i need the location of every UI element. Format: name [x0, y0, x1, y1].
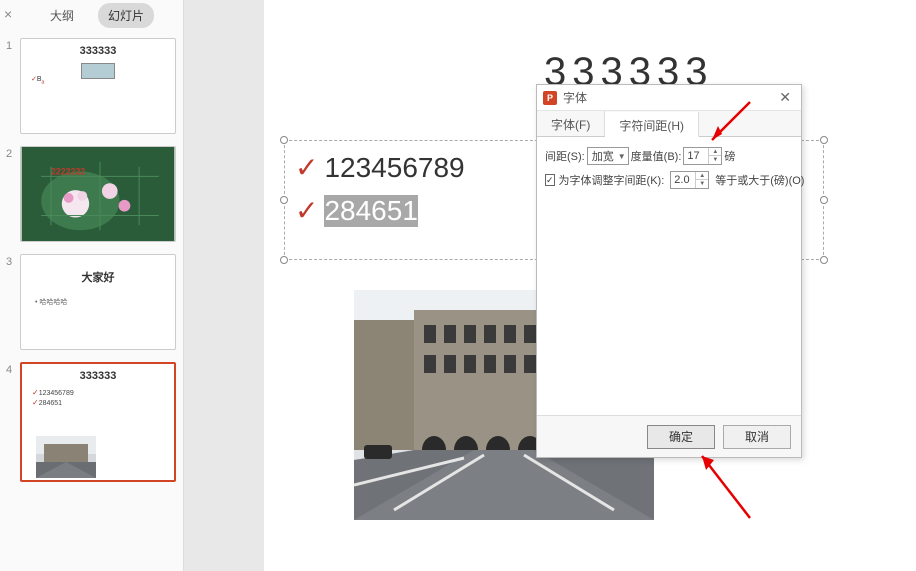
- resize-handle[interactable]: [820, 256, 828, 264]
- resize-handle[interactable]: [280, 196, 288, 204]
- thumbnail-slide-4[interactable]: 333333 ✓123456789 ✓284651: [20, 362, 176, 482]
- thumbnail-row: 2 2222222: [0, 144, 183, 252]
- tab-outline[interactable]: 大纲: [40, 3, 84, 28]
- thumbnail-list: 1 333333 ✓Ba 2: [0, 30, 183, 571]
- thumb-number: 4: [6, 364, 16, 376]
- font-dialog: P 字体 ✕ 字体(F) 字符间距(H) 间距(S): 加宽 ▼ 度量值(B):…: [536, 84, 802, 458]
- thumbnail-row: 3 大家好 • 哈哈哈哈: [0, 252, 183, 360]
- resize-handle[interactable]: [820, 136, 828, 144]
- thumb-street-image: [36, 436, 96, 478]
- spinner-icon[interactable]: ▲▼: [695, 172, 708, 188]
- spacing-value: 加宽: [592, 148, 616, 164]
- dialog-tabs: 字体(F) 字符间距(H): [537, 111, 801, 137]
- thumbnail-row: 4 333333 ✓123456789 ✓284651: [0, 360, 183, 492]
- resize-handle[interactable]: [820, 196, 828, 204]
- measure-input[interactable]: 17 ▲▼: [683, 147, 722, 165]
- thumb-number: 3: [6, 256, 16, 268]
- spacing-row: 间距(S): 加宽 ▼ 度量值(B): 17 ▲▼ 磅: [545, 147, 793, 165]
- thumb-bullet: • 哈哈哈哈: [35, 297, 175, 307]
- close-icon[interactable]: ✕: [775, 89, 795, 106]
- tab-font[interactable]: 字体(F): [537, 111, 605, 136]
- measure-unit: 磅: [724, 148, 735, 164]
- tab-slides[interactable]: 幻灯片: [98, 3, 154, 28]
- kerning-value: 2.0: [671, 174, 695, 186]
- thumb-shape: [81, 63, 115, 79]
- cancel-button[interactable]: 取消: [723, 425, 791, 449]
- dialog-title: 字体: [563, 89, 775, 106]
- kerning-label: 为字体调整字间距(K):: [559, 172, 665, 188]
- thumb-number: 2: [6, 148, 16, 160]
- dialog-titlebar[interactable]: P 字体 ✕: [537, 85, 801, 111]
- thumb-title: 333333: [21, 45, 175, 57]
- ok-button[interactable]: 确定: [647, 425, 715, 449]
- thumb-flower-image: 2222222: [21, 147, 175, 241]
- thumbnail-panel: × 大纲 幻灯片 1 333333 ✓Ba 2: [0, 0, 184, 571]
- thumb-overlay-text: 2222222: [51, 166, 85, 176]
- resize-handle[interactable]: [280, 256, 288, 264]
- measure-value: 17: [684, 150, 708, 162]
- dialog-footer: 确定 取消: [537, 415, 801, 457]
- bullet-text[interactable]: 123456789: [324, 152, 464, 184]
- dialog-body: 间距(S): 加宽 ▼ 度量值(B): 17 ▲▼ 磅 ✓ 为字体调整字间距(K…: [537, 137, 801, 205]
- bullet-text-selected[interactable]: 284651: [324, 195, 417, 227]
- spinner-icon[interactable]: ▲▼: [708, 148, 721, 164]
- close-panel-icon[interactable]: ×: [4, 6, 12, 22]
- thumbnail-slide-2[interactable]: 2222222: [20, 146, 176, 242]
- thumbnail-slide-1[interactable]: 333333 ✓Ba: [20, 38, 176, 134]
- spacing-select[interactable]: 加宽 ▼: [587, 147, 629, 165]
- thumb-title: 333333: [22, 370, 174, 382]
- kerning-row: ✓ 为字体调整字间距(K): 2.0 ▲▼ 等于或大于(磅)(O): [545, 171, 793, 189]
- resize-handle[interactable]: [280, 136, 288, 144]
- thumbnail-row: 1 333333 ✓Ba: [0, 36, 183, 144]
- kerning-suffix: 等于或大于(磅)(O): [715, 172, 804, 188]
- spacing-label: 间距(S):: [545, 148, 585, 164]
- tab-char-spacing[interactable]: 字符间距(H): [605, 112, 699, 137]
- checkmark-icon: ✓: [295, 151, 318, 184]
- thumb-title: 大家好: [21, 269, 175, 285]
- thumbnail-slide-3[interactable]: 大家好 • 哈哈哈哈: [20, 254, 176, 350]
- thumb-number: 1: [6, 40, 16, 52]
- chevron-down-icon: ▼: [618, 152, 626, 161]
- kerning-input[interactable]: 2.0 ▲▼: [670, 171, 709, 189]
- app-logo-icon: P: [543, 91, 557, 105]
- checkmark-icon: ✓: [295, 194, 318, 227]
- kerning-checkbox[interactable]: ✓: [545, 174, 555, 186]
- measure-label: 度量值(B):: [631, 148, 682, 164]
- panel-tabs: 大纲 幻灯片: [0, 0, 183, 30]
